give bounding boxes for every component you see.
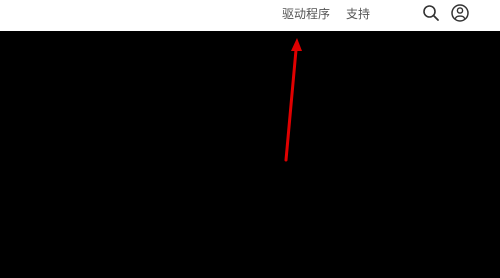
- nav-link-drivers[interactable]: 驱动程序: [282, 6, 330, 22]
- main-content-area: [0, 31, 500, 278]
- top-navigation-bar: 驱动程序 支持: [0, 0, 500, 31]
- search-icon[interactable]: [421, 3, 441, 23]
- user-account-icon[interactable]: [450, 3, 470, 23]
- nav-link-support[interactable]: 支持: [346, 6, 370, 22]
- page: 驱动程序 支持: [0, 0, 500, 278]
